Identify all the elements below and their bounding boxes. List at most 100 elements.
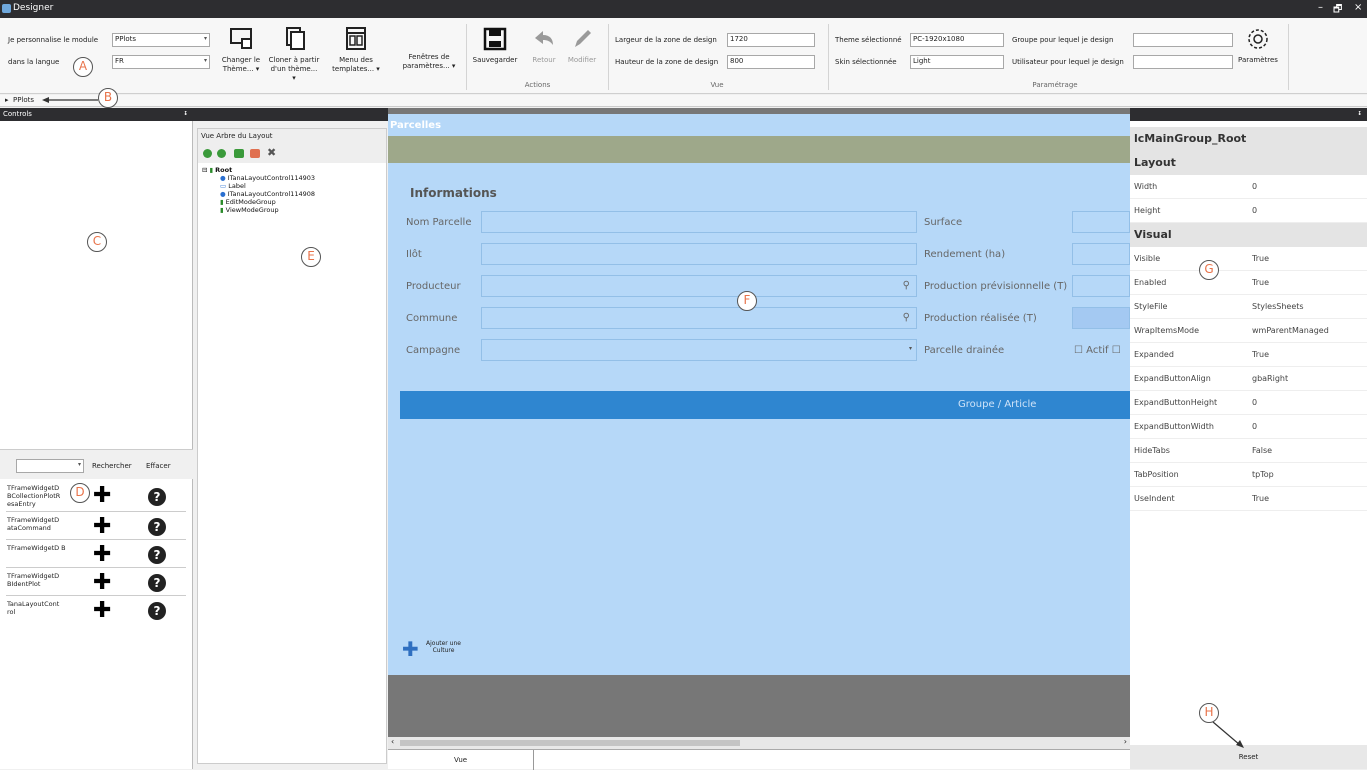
scroll-left-icon[interactable]: ‹ <box>391 737 394 746</box>
theme-input[interactable]: PC-1920x1080 <box>910 33 1004 47</box>
ilot-field[interactable] <box>481 243 917 265</box>
path-expand-icon[interactable]: ▸ <box>5 96 9 104</box>
close-button[interactable]: × <box>1354 2 1362 13</box>
plus-icon: ✚ <box>402 637 419 661</box>
campagne-select[interactable]: ▾ <box>481 339 917 361</box>
list-item[interactable]: TFrameWidgetD BIdentPlot ✚ ? <box>6 569 186 596</box>
property-row[interactable]: Enabled True <box>1130 271 1367 295</box>
floppy-disk-icon <box>483 27 507 51</box>
tree-node[interactable]: ▭ Label <box>220 182 246 190</box>
add-icon[interactable] <box>203 149 212 158</box>
help-icon[interactable]: ? <box>148 574 166 592</box>
pin-icon[interactable]: ᵻ <box>184 109 187 117</box>
property-row[interactable]: TabPosition tpTop <box>1130 463 1367 487</box>
property-row[interactable]: UseIndent True <box>1130 487 1367 511</box>
nom-parcelle-field[interactable] <box>481 211 917 233</box>
tree-node[interactable]: ● ITanaLayoutControl114908 <box>220 190 315 198</box>
minimize-button[interactable]: – <box>1318 2 1323 13</box>
plus-icon[interactable]: ✚ <box>93 544 111 566</box>
tab-parcelles[interactable]: Parcelles <box>390 120 441 131</box>
design-height-input[interactable]: 800 <box>727 55 815 69</box>
help-icon[interactable]: ? <box>148 518 166 536</box>
settings-button[interactable]: Paramètres <box>1236 27 1280 65</box>
delete-icon[interactable]: ✖ <box>267 146 276 159</box>
annotation-badge: H <box>1199 703 1219 723</box>
search-button[interactable]: Rechercher <box>92 462 132 470</box>
plus-icon[interactable]: ✚ <box>93 572 111 594</box>
edit-button[interactable]: Modifier <box>564 27 600 65</box>
view-group-label: Vue <box>710 81 724 89</box>
pin-icon[interactable]: ᵻ <box>1358 109 1361 117</box>
add-culture-button[interactable]: ✚ Ajouter une Culture <box>400 634 470 664</box>
property-row[interactable]: Expanded True <box>1130 343 1367 367</box>
tree-node-root[interactable]: ⊟ ▮ Root <box>202 166 232 174</box>
templates-menu-button[interactable]: Menu des templates... ▾ <box>330 27 382 74</box>
language-select[interactable]: FR ▾ <box>112 55 210 69</box>
controls-filter-select[interactable]: ▾ <box>16 459 84 473</box>
property-row[interactable]: WrapItemsMode wmParentManaged <box>1130 319 1367 343</box>
tree-node[interactable]: ▮ ViewModeGroup <box>220 206 279 214</box>
property-row[interactable]: ExpandButtonHeight 0 <box>1130 391 1367 415</box>
restore-button[interactable]: 🗗 <box>1333 2 1342 19</box>
producteur-field[interactable]: ⚲ <box>481 275 917 297</box>
list-item[interactable]: TFrameWidgetD BCollectionPlotR esaEntry … <box>6 481 186 512</box>
help-icon[interactable]: ? <box>148 602 166 620</box>
plus-icon[interactable]: ✚ <box>93 600 111 622</box>
property-row[interactable]: ExpandButtonAlign gbaRight <box>1130 367 1367 391</box>
scroll-right-icon[interactable]: › <box>1124 737 1127 746</box>
design-width-input[interactable]: 1720 <box>727 33 815 47</box>
list-item[interactable]: TFrameWidgetD B ✚ ? <box>6 541 186 568</box>
clone-theme-button[interactable]: Cloner à partir d'un thème... ▾ <box>268 27 320 83</box>
add-group-icon[interactable] <box>234 149 244 158</box>
edit-group-icon[interactable] <box>250 149 260 158</box>
separator <box>828 24 829 90</box>
save-button[interactable]: Sauvegarder <box>472 27 518 65</box>
back-button[interactable]: Retour <box>527 27 561 65</box>
user-label: Utilisateur pour lequel je design <box>1012 58 1124 66</box>
skin-label: Skin sélectionnée <box>835 58 897 66</box>
rendement-field[interactable] <box>1072 243 1130 265</box>
control-item-name: TFrameWidgetD BIdentPlot <box>7 572 60 588</box>
tree-panel-header <box>193 108 388 121</box>
production-real-field[interactable] <box>1072 307 1130 329</box>
tab-strip: Parcelles <box>388 114 1130 136</box>
change-theme-button[interactable]: Changer le Thème... ▾ <box>217 27 265 74</box>
property-row[interactable]: StyleFile StylesSheets <box>1130 295 1367 319</box>
production-prev-field[interactable] <box>1072 275 1130 297</box>
param-windows-button[interactable]: Fenêtres de paramètres... ▾ <box>398 53 460 71</box>
list-item[interactable]: TFrameWidgetD ataCommand ✚ ? <box>6 513 186 540</box>
chevron-down-icon: ▾ <box>908 345 912 352</box>
template-grid-icon <box>346 27 366 50</box>
section-visual: Visual <box>1130 223 1367 247</box>
reset-button[interactable]: Reset <box>1130 745 1367 769</box>
property-row[interactable]: Width 0 <box>1130 175 1367 199</box>
property-row[interactable]: Visible True <box>1130 247 1367 271</box>
clear-button[interactable]: Effacer <box>146 462 171 470</box>
tab-vue[interactable]: Vue <box>388 750 534 770</box>
list-item[interactable]: TanaLayoutCont rol ✚ ? <box>6 597 186 624</box>
property-row[interactable]: HideTabs False <box>1130 439 1367 463</box>
language-label: dans la langue <box>8 58 60 66</box>
group-input[interactable] <box>1133 33 1233 47</box>
path-item[interactable]: PPlots <box>13 96 34 104</box>
actif-checkbox[interactable]: ☐ Actif ☐ <box>1074 345 1121 356</box>
property-row[interactable]: Height 0 <box>1130 199 1367 223</box>
help-icon[interactable]: ? <box>148 488 166 506</box>
help-icon[interactable]: ? <box>148 546 166 564</box>
plus-icon[interactable]: ✚ <box>93 485 111 507</box>
property-row[interactable]: ExpandButtonWidth 0 <box>1130 415 1367 439</box>
skin-input[interactable]: Light <box>910 55 1004 69</box>
horizontal-scrollbar[interactable]: ‹ › <box>388 737 1130 749</box>
user-input[interactable] <box>1133 55 1233 69</box>
commune-field[interactable]: ⚲ <box>481 307 917 329</box>
remove-icon[interactable] <box>217 149 226 158</box>
tree-node[interactable]: ▮ EditModeGroup <box>220 198 276 206</box>
title-bar: Designer – 🗗 × <box>0 0 1367 18</box>
plus-icon[interactable]: ✚ <box>93 516 111 538</box>
scrollbar-thumb[interactable] <box>400 740 740 746</box>
search-icon[interactable]: ⚲ <box>903 280 910 291</box>
surface-field[interactable] <box>1072 211 1130 233</box>
search-icon[interactable]: ⚲ <box>903 312 910 323</box>
tree-node[interactable]: ● ITanaLayoutControl114903 <box>220 174 315 182</box>
module-select[interactable]: PPlots ▾ <box>112 33 210 47</box>
